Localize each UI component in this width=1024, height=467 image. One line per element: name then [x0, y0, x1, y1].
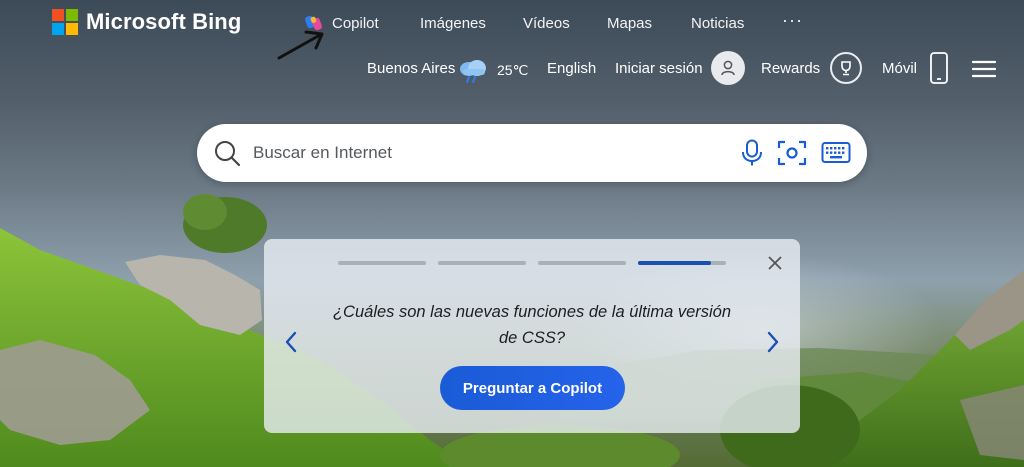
rewards-text: Rewards	[761, 59, 821, 77]
progress-segment-active[interactable]	[638, 261, 726, 265]
weather-widget[interactable]: 25℃	[457, 56, 528, 84]
chevron-left-icon[interactable]	[284, 331, 298, 353]
nav-copilot-label: Copilot	[332, 14, 379, 32]
user-icon	[710, 51, 745, 85]
search-box	[197, 124, 867, 182]
rewards-button[interactable]: Rewards	[761, 52, 863, 84]
suggested-question[interactable]: ¿Cuáles son las nuevas funciones de la ú…	[324, 299, 740, 351]
phone-icon	[930, 52, 948, 84]
logo-square-red	[52, 9, 64, 21]
progress-fill	[638, 261, 712, 265]
logo-square-green	[66, 9, 78, 21]
chevron-right-icon[interactable]	[766, 331, 780, 353]
nav-more[interactable]: ···	[782, 10, 803, 31]
language-text: English	[547, 60, 597, 77]
temperature-text: 25℃	[497, 61, 529, 78]
microsoft-logo-icon	[52, 9, 78, 35]
ask-copilot-button[interactable]: Preguntar a Copilot	[440, 366, 625, 410]
copilot-suggestion-card: ¿Cuáles son las nuevas funciones de la ú…	[264, 239, 800, 433]
mobile-link[interactable]: Móvil	[882, 52, 949, 84]
top-nav: Microsoft Bing Copilot Imágenes Vídeos M…	[0, 0, 1024, 48]
progress-segment[interactable]	[338, 261, 426, 265]
search-input[interactable]	[251, 142, 727, 164]
location-text: Buenos Aires	[367, 60, 456, 77]
logo-square-yellow	[66, 23, 78, 35]
close-icon[interactable]	[767, 255, 783, 271]
nav-videos[interactable]: Vídeos	[523, 15, 570, 32]
nav-news[interactable]: Noticias	[691, 15, 744, 32]
header-utilities: Buenos Aires 25℃ English Iniciar sesión …	[0, 51, 1024, 88]
microphone-icon[interactable]	[741, 139, 763, 167]
progress-segment[interactable]	[538, 261, 626, 265]
hamburger-icon[interactable]	[972, 59, 996, 79]
keyboard-icon[interactable]	[821, 141, 851, 165]
logo-square-blue	[52, 23, 64, 35]
signin-text: Iniciar sesión	[615, 59, 703, 77]
brand-name: Microsoft Bing	[86, 9, 242, 34]
search-icon[interactable]	[213, 139, 241, 167]
nav-maps[interactable]: Mapas	[607, 15, 652, 32]
progress-segment[interactable]	[438, 261, 526, 265]
nav-images[interactable]: Imágenes	[420, 15, 486, 32]
trophy-icon	[830, 52, 863, 84]
mobile-text: Móvil	[882, 59, 918, 77]
camera-search-icon[interactable]	[777, 139, 807, 167]
signin-button[interactable]: Iniciar sesión	[615, 51, 745, 85]
bing-logo[interactable]: Microsoft Bing	[52, 9, 241, 35]
language-toggle[interactable]: English	[547, 60, 596, 77]
location-label[interactable]: Buenos Aires	[367, 60, 455, 77]
cloud-rain-icon	[460, 60, 486, 83]
